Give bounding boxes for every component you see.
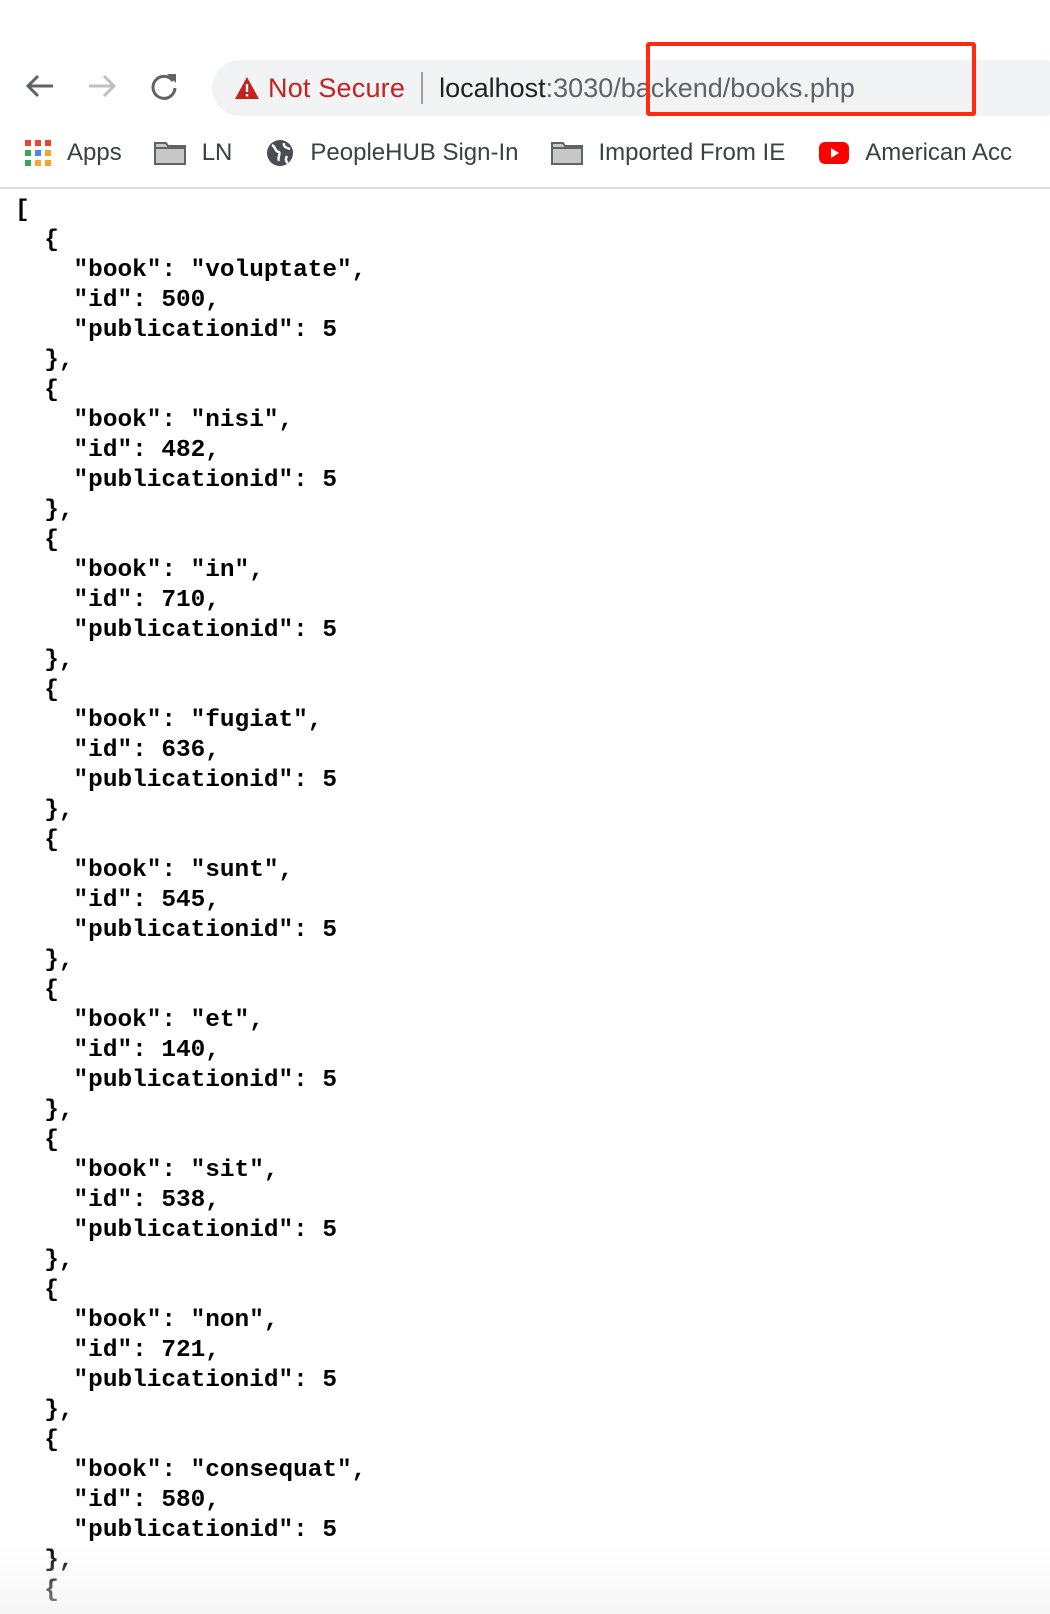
forward-button[interactable]	[82, 66, 122, 106]
apps-grid-icon	[25, 140, 51, 166]
json-open-bracket: [	[15, 197, 30, 224]
json-brace: {	[44, 677, 59, 704]
json-field-publicationid: "publicationid": 5	[73, 917, 338, 944]
json-field-publicationid: "publicationid": 5	[73, 317, 338, 344]
security-status[interactable]: Not Secure	[268, 73, 405, 104]
json-record: { "book": "nisi", "id": 482, "publicatio…	[15, 377, 337, 524]
reload-icon	[151, 74, 177, 100]
bookmarks-bar: Apps LN PeopleHUB Sign-In Imported From …	[0, 128, 1050, 178]
json-record: { "book": "sunt", "id": 545, "publicatio…	[15, 827, 337, 974]
json-brace: },	[44, 1397, 74, 1424]
json-brace: },	[44, 347, 74, 374]
json-field-book: "book": "sunt",	[73, 857, 294, 884]
json-record: { "book": "in", "id": 710, "publicationi…	[15, 527, 337, 674]
json-record: { "book": "sit", "id": 538, "publication…	[15, 1127, 337, 1274]
folder-icon	[550, 141, 583, 165]
json-field-publicationid: "publicationid": 5	[73, 1517, 338, 1544]
address-bar[interactable]: Not Secure localhost:3030/backend/books.…	[212, 60, 1050, 116]
json-response-body: [ { "book": "voluptate", "id": 500, "pub…	[15, 196, 366, 1606]
json-record: { "book": "consequat", "id": 580, "publi…	[15, 1427, 366, 1574]
json-field-publicationid: "publicationid": 5	[73, 767, 338, 794]
json-brace: {	[44, 377, 59, 404]
json-field-id: "id": 482,	[73, 437, 220, 464]
json-brace: },	[44, 1547, 74, 1574]
json-brace: {	[44, 977, 59, 1004]
bookmark-apps[interactable]: Apps	[25, 139, 122, 167]
json-field-book: "book": "et",	[73, 1007, 264, 1034]
json-field-publicationid: "publicationid": 5	[73, 1067, 338, 1094]
json-field-book: "book": "in",	[73, 557, 264, 584]
json-field-book: "book": "consequat",	[73, 1457, 367, 1484]
json-field-book: "book": "voluptate",	[73, 257, 367, 284]
json-field-publicationid: "publicationid": 5	[73, 1217, 338, 1244]
json-record: { "book": "voluptate", "id": 500, "publi…	[15, 227, 366, 374]
json-trailing: {	[15, 1577, 59, 1604]
json-brace: {	[44, 1127, 59, 1154]
json-field-id: "id": 710,	[73, 587, 220, 614]
json-field-id: "id": 140,	[73, 1037, 220, 1064]
globe-icon	[266, 139, 294, 167]
bookmark-label: LN	[201, 139, 233, 166]
json-field-book: "book": "non",	[73, 1307, 279, 1334]
browser-toolbar: Not Secure localhost:3030/backend/books.…	[0, 0, 1050, 120]
json-brace: },	[44, 497, 74, 524]
json-field-book: "book": "nisi",	[73, 407, 294, 434]
json-field-id: "id": 721,	[73, 1337, 220, 1364]
json-field-publicationid: "publicationid": 5	[73, 1367, 338, 1394]
json-record: { "book": "fugiat", "id": 636, "publicat…	[15, 677, 337, 824]
toolbar-separator	[0, 187, 1050, 189]
json-brace: {	[44, 527, 59, 554]
back-button[interactable]	[20, 66, 60, 106]
bookmark-label: Imported From IE	[598, 139, 786, 166]
json-field-id: "id": 545,	[73, 887, 220, 914]
url-path: :3030/backend/books.php	[545, 72, 855, 103]
json-brace: },	[44, 647, 74, 674]
bookmark-label: Apps	[67, 139, 122, 166]
json-field-book: "book": "fugiat",	[73, 707, 323, 734]
json-brace: },	[44, 1097, 74, 1124]
json-field-book: "book": "sit",	[73, 1157, 279, 1184]
json-brace: },	[44, 797, 74, 824]
folder-icon	[153, 141, 186, 165]
url-text[interactable]: localhost:3030/backend/books.php	[439, 73, 855, 104]
json-field-publicationid: "publicationid": 5	[73, 617, 338, 644]
json-field-id: "id": 636,	[73, 737, 220, 764]
json-brace: },	[44, 1247, 74, 1274]
json-brace: {	[44, 1277, 59, 1304]
arrow-right-icon	[89, 74, 117, 98]
json-field-id: "id": 580,	[73, 1487, 220, 1514]
reload-button[interactable]	[144, 66, 184, 106]
omnibox-divider	[421, 72, 424, 104]
bookmark-imported-from-ie[interactable]: Imported From IE	[550, 139, 786, 167]
bookmark-label: American Acc	[865, 139, 1012, 166]
json-brace: {	[44, 1427, 59, 1454]
warning-triangle-icon	[235, 77, 259, 99]
url-host: localhost	[439, 72, 546, 103]
json-brace: {	[44, 827, 59, 854]
json-field-publicationid: "publicationid": 5	[73, 467, 338, 494]
json-brace: {	[44, 227, 59, 254]
bookmark-ln[interactable]: LN	[153, 139, 233, 167]
arrow-left-icon	[25, 74, 53, 98]
json-field-id: "id": 500,	[73, 287, 220, 314]
bookmark-label: PeopleHUB Sign-In	[310, 139, 519, 166]
json-record: { "book": "non", "id": 721, "publication…	[15, 1277, 337, 1424]
youtube-icon	[819, 142, 850, 164]
json-field-id: "id": 538,	[73, 1187, 220, 1214]
json-brace: },	[44, 947, 74, 974]
bookmark-american-acc[interactable]: American Acc	[819, 139, 1012, 167]
json-record: { "book": "et", "id": 140, "publicationi…	[15, 977, 337, 1124]
bookmark-peoplehub[interactable]: PeopleHUB Sign-In	[266, 139, 519, 167]
